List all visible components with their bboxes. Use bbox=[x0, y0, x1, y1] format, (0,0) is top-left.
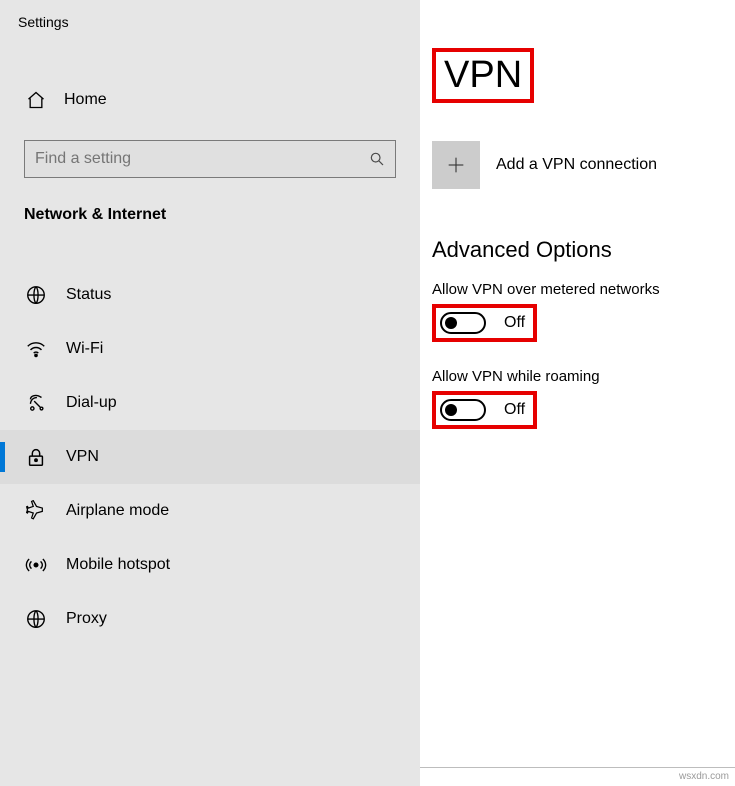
advanced-options-header: Advanced Options bbox=[432, 237, 735, 263]
app-title: Settings bbox=[0, 14, 420, 30]
home-button[interactable]: Home bbox=[0, 78, 420, 122]
toggle-state-text: Off bbox=[504, 314, 525, 332]
sidebar-item-label: Dial-up bbox=[66, 394, 117, 412]
sidebar-item-label: Airplane mode bbox=[66, 502, 169, 520]
option-label: Allow VPN while roaming bbox=[432, 368, 735, 385]
vpn-icon bbox=[24, 446, 48, 468]
sidebar-item-label: VPN bbox=[66, 448, 99, 466]
airplane-icon bbox=[24, 500, 48, 522]
divider bbox=[420, 767, 735, 768]
home-label: Home bbox=[64, 91, 107, 109]
sidebar-item-label: Mobile hotspot bbox=[66, 556, 170, 574]
sidebar-item-wifi[interactable]: Wi-Fi bbox=[0, 322, 420, 376]
main-content: VPN Add a VPN connection Advanced Option… bbox=[420, 0, 735, 786]
watermark: wsxdn.com bbox=[679, 771, 729, 782]
sidebar-item-vpn[interactable]: VPN bbox=[0, 430, 420, 484]
toggle-knob bbox=[445, 317, 457, 329]
search-box[interactable] bbox=[24, 140, 396, 178]
sidebar-item-label: Status bbox=[66, 286, 111, 304]
hotspot-icon bbox=[24, 554, 48, 576]
sidebar-item-dialup[interactable]: Dial-up bbox=[0, 376, 420, 430]
sidebar-item-status[interactable]: Status bbox=[0, 268, 420, 322]
sidebar-item-airplane[interactable]: Airplane mode bbox=[0, 484, 420, 538]
sidebar-item-proxy[interactable]: Proxy bbox=[0, 592, 420, 646]
option-metered: Allow VPN over metered networks Off bbox=[432, 281, 735, 342]
toggle-highlight: Off bbox=[432, 304, 537, 342]
toggle-state-text: Off bbox=[504, 401, 525, 419]
add-vpn-label: Add a VPN connection bbox=[496, 156, 657, 174]
toggle-metered[interactable] bbox=[440, 312, 486, 334]
section-header: Network & Internet bbox=[0, 206, 420, 224]
add-vpn-button[interactable]: Add a VPN connection bbox=[432, 141, 735, 189]
wifi-icon bbox=[24, 338, 48, 360]
home-icon bbox=[24, 90, 48, 110]
sidebar-item-label: Wi-Fi bbox=[66, 340, 103, 358]
status-icon bbox=[24, 284, 48, 306]
option-label: Allow VPN over metered networks bbox=[432, 281, 735, 298]
sidebar-item-hotspot[interactable]: Mobile hotspot bbox=[0, 538, 420, 592]
toggle-roaming[interactable] bbox=[440, 399, 486, 421]
page-title: VPN bbox=[432, 48, 534, 103]
dialup-icon bbox=[24, 392, 48, 414]
proxy-icon bbox=[24, 608, 48, 630]
plus-icon bbox=[432, 141, 480, 189]
option-roaming: Allow VPN while roaming Off bbox=[432, 368, 735, 429]
search-input[interactable] bbox=[35, 150, 369, 168]
sidebar-item-label: Proxy bbox=[66, 610, 107, 628]
search-icon bbox=[369, 151, 385, 167]
toggle-knob bbox=[445, 404, 457, 416]
settings-sidebar: Settings Home Network & Internet Status bbox=[0, 0, 420, 786]
toggle-highlight: Off bbox=[432, 391, 537, 429]
